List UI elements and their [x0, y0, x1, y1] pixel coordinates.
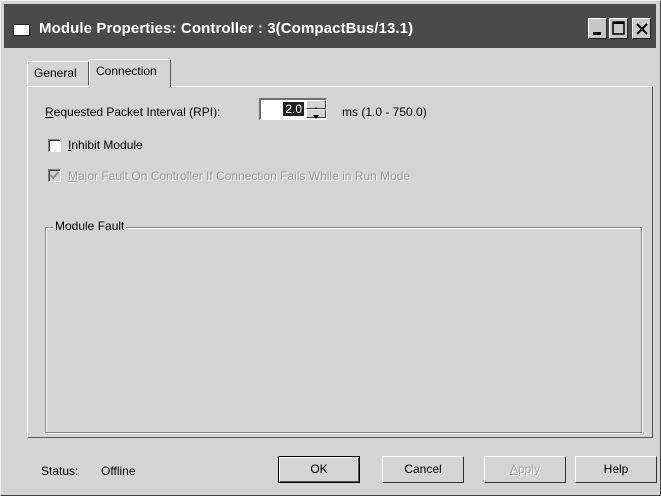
window-icon [13, 24, 30, 36]
status-label: Status: [41, 464, 79, 478]
window-title: Module Properties: Controller : 3(Compac… [39, 20, 414, 37]
major-fault-label: Major Fault On Controller If Connection … [68, 169, 411, 183]
rpi-spin-buttons [306, 100, 326, 119]
inhibit-module-checkbox[interactable] [48, 139, 61, 152]
apply-button-label: Apply [509, 462, 541, 476]
close-button[interactable] [632, 18, 651, 39]
ok-button-label: OK [310, 462, 328, 476]
spin-up-button[interactable] [306, 100, 326, 111]
tab-connection[interactable]: Connection [89, 59, 171, 87]
major-fault-checkbox[interactable] [48, 169, 61, 182]
help-button[interactable]: Help [575, 456, 657, 483]
title-bar[interactable]: Module Properties: Controller : 3(Compac… [4, 4, 656, 48]
close-icon [636, 23, 648, 35]
module-properties-dialog: Module Properties: Controller : 3(Compac… [0, 0, 661, 496]
module-fault-label: Module Fault [53, 219, 127, 233]
spin-down-button[interactable] [306, 109, 326, 119]
checkmark-icon [49, 171, 60, 180]
tab-general-label: General [34, 66, 77, 80]
status-value: Offline [101, 464, 136, 478]
status-readout: Status: Offline [41, 464, 136, 478]
maximize-icon [612, 21, 625, 35]
rpi-spinner[interactable]: 2.0 [259, 98, 327, 120]
cancel-button-label: Cancel [404, 462, 442, 476]
ok-button[interactable]: OK [278, 456, 360, 483]
module-fault-group [45, 227, 642, 433]
rpi-label: Requested Packet Interval (RPI): [45, 105, 221, 119]
apply-button: Apply [484, 456, 566, 483]
spin-down-icon [313, 115, 319, 119]
inhibit-module-label[interactable]: Inhibit Module [68, 138, 143, 152]
cancel-button[interactable]: Cancel [382, 456, 464, 483]
maximize-button[interactable] [609, 18, 628, 39]
minimize-button[interactable] [588, 18, 607, 39]
minimize-icon [593, 32, 601, 35]
rpi-input[interactable]: 2.0 [283, 102, 304, 116]
tab-general[interactable]: General [27, 61, 89, 85]
help-button-label: Help [603, 462, 629, 476]
tab-connection-label: Connection [96, 64, 157, 78]
rpi-unit-range: ms (1.0 - 750.0) [342, 105, 427, 119]
